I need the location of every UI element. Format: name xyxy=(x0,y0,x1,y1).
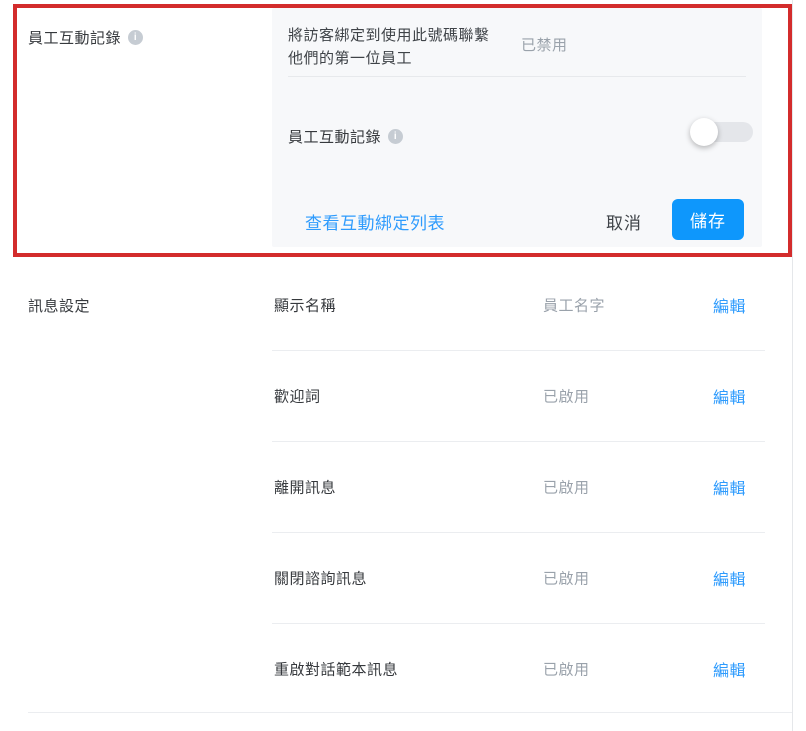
bottom-divider xyxy=(28,712,792,713)
message-settings-rows: 顯示名稱 員工名字 編輯 歡迎詞 已啟用 編輯 離開訊息 已啟用 編輯 關閉諮詢… xyxy=(272,259,765,714)
settings-row: 關閉諮詢訊息 已啟用 編輯 xyxy=(272,532,765,623)
row-label: 關閉諮詢訊息 xyxy=(274,570,368,588)
info-icon[interactable]: i xyxy=(128,30,144,45)
row-status: 已啟用 xyxy=(543,661,590,679)
edit-link[interactable]: 編輯 xyxy=(713,384,746,408)
edit-link[interactable]: 編輯 xyxy=(713,657,746,681)
row-status: 已啟用 xyxy=(543,479,590,497)
settings-row: 離開訊息 已啟用 編輯 xyxy=(272,441,765,532)
row-label: 離開訊息 xyxy=(274,479,337,497)
view-bindings-link[interactable]: 查看互動綁定列表 xyxy=(305,209,445,234)
row-status: 員工名字 xyxy=(543,297,606,314)
content-right-border xyxy=(792,0,793,731)
toggle-label-text: 員工互動記錄 xyxy=(288,129,382,146)
settings-row: 重啟對話範本訊息 已啟用 編輯 xyxy=(272,623,765,714)
row-label: 歡迎詞 xyxy=(274,388,321,406)
binding-status: 已禁用 xyxy=(521,37,568,54)
interaction-record-toggle[interactable] xyxy=(690,118,753,146)
cancel-button[interactable]: 取消 xyxy=(606,209,642,234)
interaction-toggle-label: 員工互動記錄 i xyxy=(288,126,404,147)
info-icon[interactable]: i xyxy=(388,129,404,144)
section-title-text: 訊息設定 xyxy=(28,298,91,315)
settings-row: 歡迎詞 已啟用 編輯 xyxy=(272,350,765,441)
edit-link[interactable]: 編輯 xyxy=(713,293,746,317)
row-label: 重啟對話範本訊息 xyxy=(274,661,399,679)
section-title-text: 員工互動記錄 xyxy=(28,30,122,47)
toggle-knob xyxy=(690,118,718,146)
binding-description: 將訪客綁定到使用此號碼聯繫他們的第一位員工 xyxy=(288,27,490,67)
row-label: 顯示名稱 xyxy=(274,297,337,314)
section-title-message-settings: 訊息設定 xyxy=(28,295,90,316)
save-button[interactable]: 儲存 xyxy=(672,199,744,240)
interaction-settings-panel: 將訪客綁定到使用此號碼聯繫他們的第一位員工 已禁用 員工互動記錄 i 查看互動綁… xyxy=(272,8,762,247)
edit-link[interactable]: 編輯 xyxy=(713,566,746,590)
edit-link[interactable]: 編輯 xyxy=(713,475,746,499)
row-status: 已啟用 xyxy=(543,388,590,406)
settings-row: 顯示名稱 員工名字 編輯 xyxy=(272,259,765,350)
row-status: 已啟用 xyxy=(543,570,590,588)
section-title-interaction-record: 員工互動記錄 i xyxy=(28,27,144,48)
panel-divider xyxy=(288,76,746,77)
